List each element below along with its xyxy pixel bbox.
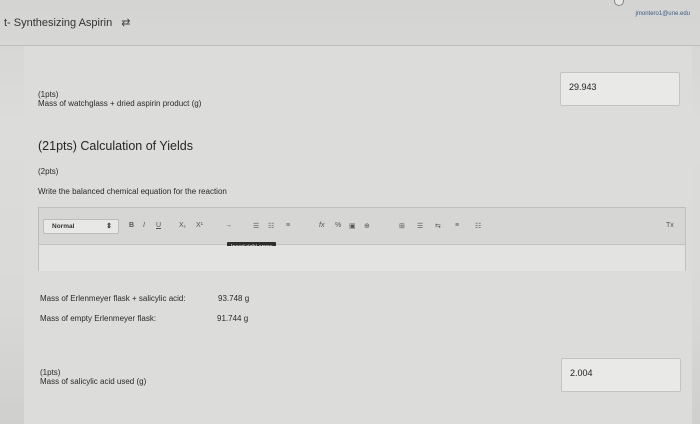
superscript-button[interactable]: X¹ [196,222,203,229]
unordered-list-button[interactable]: ☷ [268,222,274,230]
q2-points: (1pts) [40,368,61,377]
italic-button[interactable]: I [143,222,145,229]
list-button-2[interactable]: ☰ [417,222,423,230]
q1-label: Mass of watchglass + dried aspirin produ… [38,99,202,108]
link-button[interactable]: ⊕ [364,222,370,230]
q1-answer-value: 29.943 [569,82,597,92]
assignment-title[interactable]: t- Synthesizing Aspirin ⇄ [4,16,131,29]
align-button[interactable]: ≡ [286,222,290,229]
right-arrow-button[interactable]: → [225,222,232,229]
chevron-down-icon: ⇕ [106,223,112,230]
underline-button[interactable]: U [156,222,161,229]
outdent-button[interactable]: ☷ [475,222,481,230]
ordered-list-button[interactable]: ☰ [253,222,259,230]
q2-answer-value: 2.004 [570,368,593,378]
q2-answer-input[interactable]: 2.004 [561,358,681,392]
clear-format-button[interactable]: Tx [666,222,674,229]
subscript-button[interactable]: X₁ [179,222,186,229]
editor-toolbar: Normal ⇕ B I U X₁ X¹ → ☰ ☷ ≡ fx % ▣ ⊕ ⊞ … [39,208,685,252]
yields-heading: (21pts) Calculation of Yields [38,139,193,153]
percent-button[interactable]: % [335,222,341,229]
q1-answer-input[interactable]: 29.943 [560,72,680,106]
table-button[interactable]: ⊞ [399,222,405,230]
user-email: jmontero1@une.edu [635,11,690,17]
q2-label: Mass of salicylic acid used (g) [40,377,147,386]
image-button[interactable]: ▣ [349,222,356,230]
style-select-value: Normal [52,223,75,230]
flask-sal-value: 93.748 g [218,294,250,303]
q1-points: (1pts) [38,90,59,99]
equation-editor[interactable]: Normal ⇕ B I U X₁ X¹ → ☰ ☷ ≡ fx % ▣ ⊕ ⊞ … [38,207,686,271]
yields-instruction: Write the balanced chemical equation for… [38,187,227,196]
editor-text-area[interactable] [39,246,685,271]
page-header: t- Synthesizing Aspirin ⇄ jmontero1@une.… [0,0,700,46]
empty-flask-label: Mass of empty Erlenmeyer flask: [40,314,157,323]
flask-sal-label: Mass of Erlenmeyer flask + salicylic aci… [40,294,186,303]
formula-button[interactable]: fx [319,222,324,229]
assignment-title-text: t- Synthesizing Aspirin [4,17,113,29]
rtl-button[interactable]: ⇆ [435,222,441,230]
yields-sub-points: (2pts) [38,167,59,176]
swap-icon[interactable]: ⇄ [121,17,130,29]
empty-flask-value: 91.744 g [217,314,249,323]
bold-button[interactable]: B [129,222,134,229]
indent-button[interactable]: ≡ [455,222,459,229]
style-select[interactable]: Normal ⇕ [43,219,119,234]
avatar[interactable] [614,0,624,6]
